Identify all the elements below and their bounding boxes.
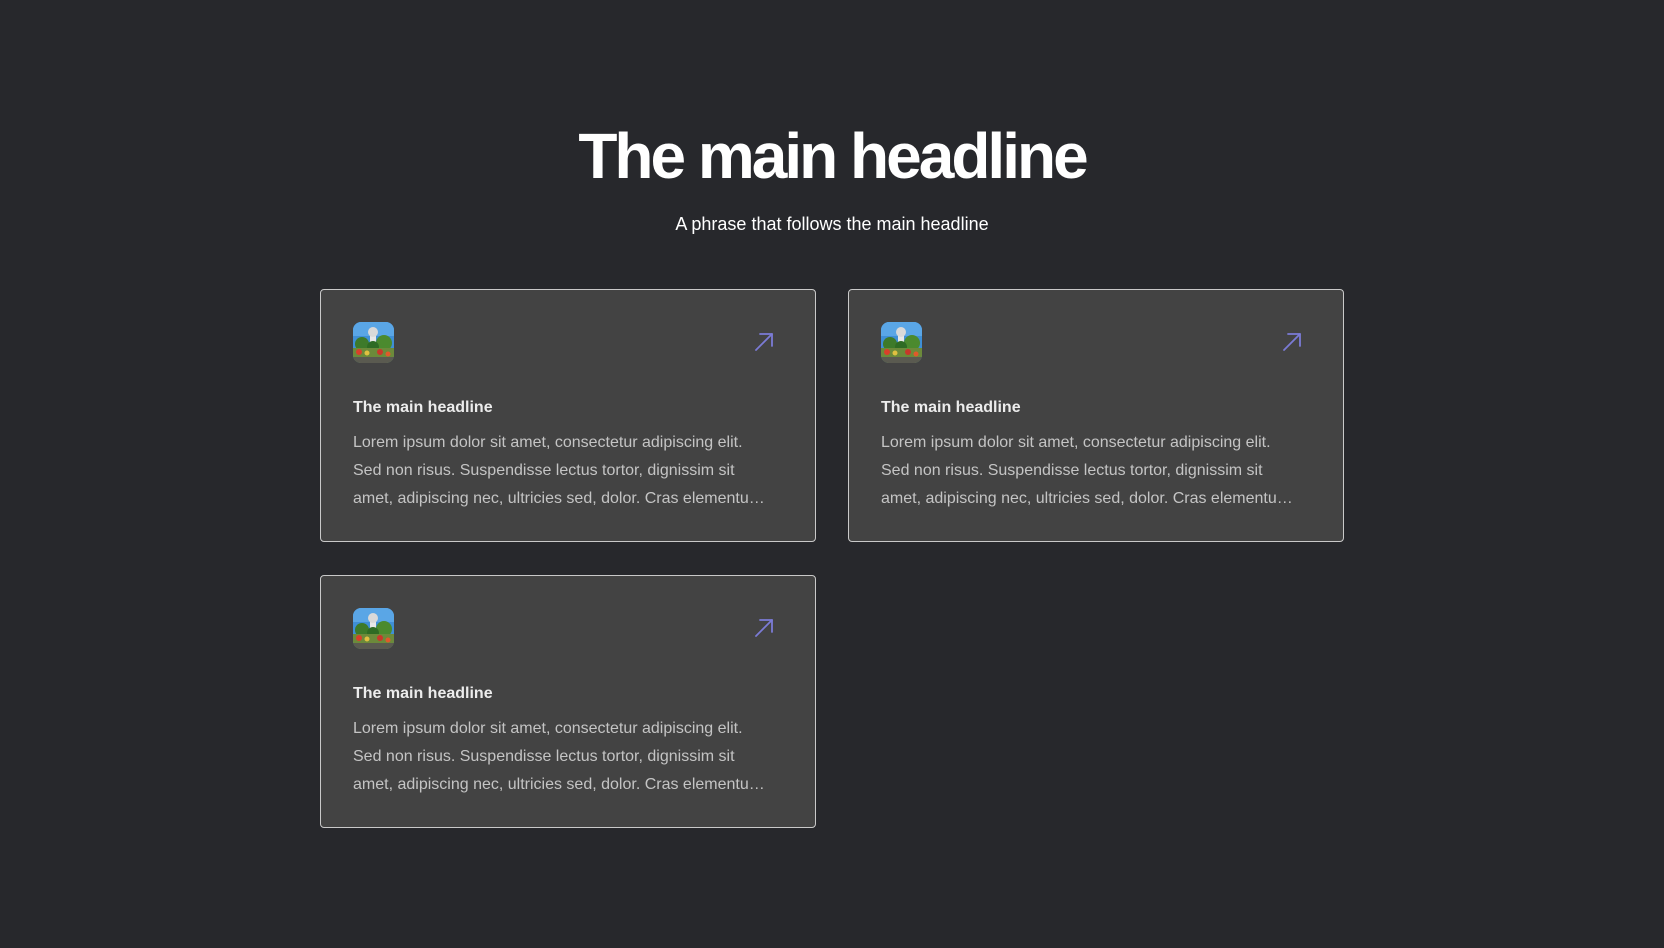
arrow-up-right-icon[interactable] bbox=[1281, 331, 1303, 353]
thumbnail-image bbox=[353, 322, 394, 363]
card-title: The main headline bbox=[881, 399, 1021, 416]
card[interactable]: The main headline Lorem ipsum dolor sit … bbox=[848, 289, 1344, 542]
page-subtitle: A phrase that follows the main headline bbox=[675, 214, 989, 234]
card-title: The main headline bbox=[353, 399, 493, 416]
arrow-up-right-icon[interactable] bbox=[753, 331, 775, 353]
card-title: The main headline bbox=[353, 685, 493, 702]
thumbnail-image bbox=[353, 608, 394, 649]
card-description: Lorem ipsum dolor sit amet, consectetur … bbox=[881, 434, 1291, 507]
card[interactable]: The main headline Lorem ipsum dolor sit … bbox=[320, 289, 816, 542]
page: The main headline A phrase that follows … bbox=[0, 0, 1664, 948]
page-title: The main headline bbox=[578, 120, 1088, 192]
arrow-up-right-icon[interactable] bbox=[753, 617, 775, 639]
thumbnail-image bbox=[881, 322, 922, 363]
card[interactable]: The main headline Lorem ipsum dolor sit … bbox=[320, 575, 816, 828]
card-description: Lorem ipsum dolor sit amet, consectetur … bbox=[353, 720, 763, 793]
card-description: Lorem ipsum dolor sit amet, consectetur … bbox=[353, 434, 763, 507]
card-grid: The main headline Lorem ipsum dolor sit … bbox=[320, 289, 1344, 828]
